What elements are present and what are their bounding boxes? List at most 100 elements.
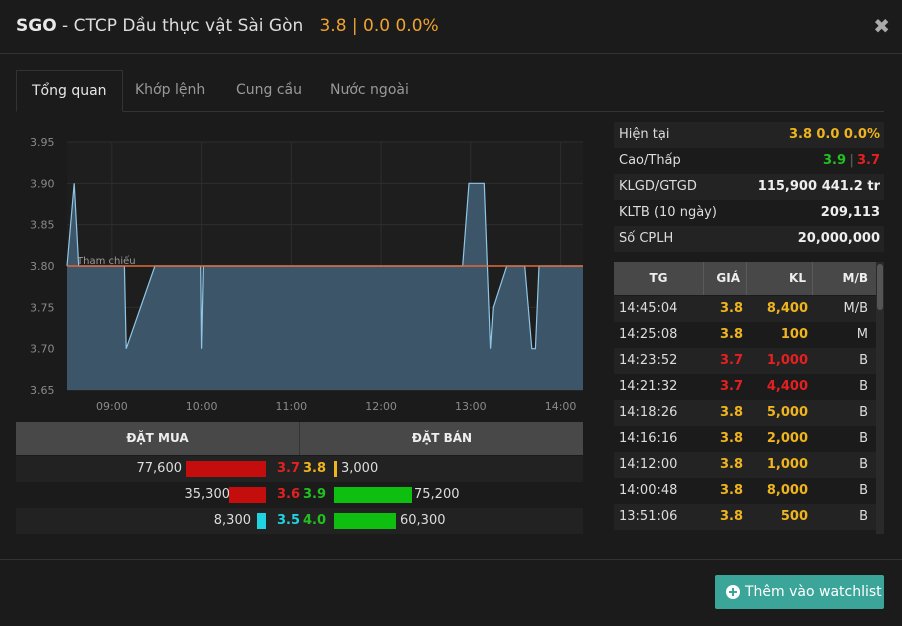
highlow-label: Cao/Thấp [619, 153, 681, 168]
plus-circle-icon [726, 585, 740, 599]
trade-price: 3.8 [719, 483, 743, 498]
buy-volume-bar [229, 487, 266, 503]
trade-time: 14:12:00 [619, 457, 678, 472]
y-tick-label: 3.90 [30, 177, 55, 190]
tab-cung-cau[interactable]: Cung cầu [221, 70, 317, 112]
buy-volume-bar [257, 513, 266, 529]
trade-time: 14:25:08 [619, 327, 678, 342]
table-row: 14:23:52 3.7 1,000 B [614, 348, 876, 374]
add-to-watchlist-button[interactable]: Thêm vào watchlist [715, 575, 884, 609]
buy-header: ĐẶT MUA [16, 422, 300, 455]
trade-volume: 2,000 [766, 431, 808, 446]
tab-khop-lenh[interactable]: Khớp lệnh [120, 70, 220, 112]
y-tick-label: 3.75 [30, 301, 55, 314]
trade-side: B [859, 483, 868, 498]
trade-volume: 4,400 [766, 379, 808, 394]
high-price: 3.9 [822, 153, 846, 168]
low-price: 3.7 [856, 153, 880, 168]
watchlist-button-label: Thêm vào watchlist [745, 584, 882, 600]
trade-history-table[interactable]: TG GIÁ KL M/B 14:45:04 3.8 8,400 M/B 14:… [614, 262, 876, 534]
trade-volume: 8,000 [766, 483, 808, 498]
price-chart-svg: 3.95 3.90 3.85 3.80 3.75 3.70 3.65 09:00 10:00 11… [30, 136, 583, 413]
table-row: 14:45:04 3.8 8,400 M/B [614, 296, 876, 322]
y-tick-label: 3.70 [30, 343, 55, 356]
modal-header: SGO - CTCP Dầu thực vật Sài Gòn 3.8 | 0.… [0, 0, 902, 54]
kltb-value: 209,113 [820, 205, 880, 220]
table-row: 14:25:08 3.8 100 M [614, 322, 876, 348]
klgd-value: 115,900 [757, 179, 817, 194]
table-row: 14:00:48 3.8 8,000 B [614, 478, 876, 504]
trade-time: 14:21:32 [619, 379, 678, 394]
current-change: 0.0 0.0% [816, 127, 880, 142]
orderbook-row: 8,300 3.5 4.0 60,300 [16, 508, 583, 534]
cplh-value: 20,000,000 [797, 231, 880, 246]
scrollbar-thumb[interactable] [877, 264, 883, 310]
trade-time: 14:23:52 [619, 353, 678, 368]
sell-volume: 60,300 [400, 513, 446, 528]
trade-price: 3.8 [719, 301, 743, 316]
trade-volume: 5,000 [766, 405, 808, 420]
gtgd-value: 441.2 tr [821, 179, 880, 194]
reference-label: Tham chiếu [76, 255, 136, 267]
highlow-separator: | [849, 153, 854, 168]
sell-volume-bar [334, 487, 412, 503]
trade-volume: 500 [780, 509, 808, 524]
col-volume: KL [747, 262, 813, 295]
close-icon[interactable]: ✖ [873, 14, 890, 38]
trade-volume: 8,400 [766, 301, 808, 316]
trade-price: 3.8 [719, 405, 743, 420]
trade-side: B [859, 457, 868, 472]
tab-tong-quan[interactable]: Tổng quan [16, 70, 123, 112]
current-label: Hiện tại [619, 127, 670, 142]
trade-volume: 1,000 [766, 457, 808, 472]
table-row: 14:12:00 3.8 1,000 B [614, 452, 876, 478]
y-tick-label: 3.65 [30, 384, 55, 397]
y-tick-label: 3.95 [30, 136, 55, 149]
sell-volume: 3,000 [341, 461, 379, 476]
x-tick-label: 13:00 [455, 400, 487, 413]
table-row: 13:51:06 3.8 500 B [614, 504, 876, 530]
trade-time: 14:16:16 [619, 431, 678, 446]
info-row-kltb: KLTB (10 ngày) 209,113 [614, 200, 884, 226]
y-tick-label: 3.85 [30, 219, 55, 232]
trade-price: 3.8 [719, 431, 743, 446]
kltb-label: KLTB (10 ngày) [619, 205, 717, 220]
info-row-current: Hiện tại 3.8 0.0 0.0% [614, 122, 884, 148]
trade-price: 3.8 [719, 327, 743, 342]
trade-side: M [856, 327, 868, 342]
trade-price: 3.8 [719, 457, 743, 472]
table-row: 14:18:26 3.8 5,000 B [614, 400, 876, 426]
cplh-label: Số CPLH [619, 231, 674, 246]
stock-symbol: SGO [16, 16, 57, 36]
klgd-label: KLGD/GTGD [619, 179, 697, 194]
x-tick-label: 11:00 [275, 400, 307, 413]
trade-volume: 100 [780, 327, 808, 342]
orderbook-row: 77,600 3.7 3.8 3,000 [16, 456, 583, 482]
trade-price: 3.8 [719, 509, 743, 524]
trade-table-scrollbar[interactable] [876, 262, 884, 534]
orderbook-header: ĐẶT MUA ĐẶT BÁN [16, 422, 583, 455]
trade-side: B [859, 379, 868, 394]
trade-time: 14:00:48 [619, 483, 678, 498]
buy-volume: 8,300 [213, 513, 251, 528]
table-row: 14:16:16 3.8 2,000 B [614, 426, 876, 452]
tab-bar: Tổng quan Khớp lệnh Cung cầu Nước ngoài [16, 70, 884, 112]
buy-price: 3.7 [277, 461, 301, 476]
buy-volume: 35,300 [184, 487, 231, 502]
buy-volume-bar [186, 461, 266, 477]
trade-side: B [859, 509, 868, 524]
trade-side: B [859, 431, 868, 446]
buy-volume: 77,600 [136, 461, 183, 476]
sell-price: 3.8 [303, 461, 327, 476]
sell-price: 4.0 [303, 513, 327, 528]
tab-nuoc-ngoai[interactable]: Nước ngoài [315, 70, 424, 112]
header-price: 3.8 | 0.0 0.0% [319, 16, 439, 36]
current-price: 3.8 [788, 127, 812, 142]
info-row-cplh: Số CPLH 20,000,000 [614, 226, 884, 252]
stock-detail-modal: SGO - CTCP Dầu thực vật Sài Gòn 3.8 | 0.… [0, 0, 902, 626]
trade-price: 3.7 [719, 379, 743, 394]
col-time: TG [614, 262, 704, 295]
info-row-klgd: KLGD/GTGD 115,900 441.2 tr [614, 174, 884, 200]
x-tick-label: 09:00 [96, 400, 128, 413]
col-side: M/B [842, 271, 868, 285]
